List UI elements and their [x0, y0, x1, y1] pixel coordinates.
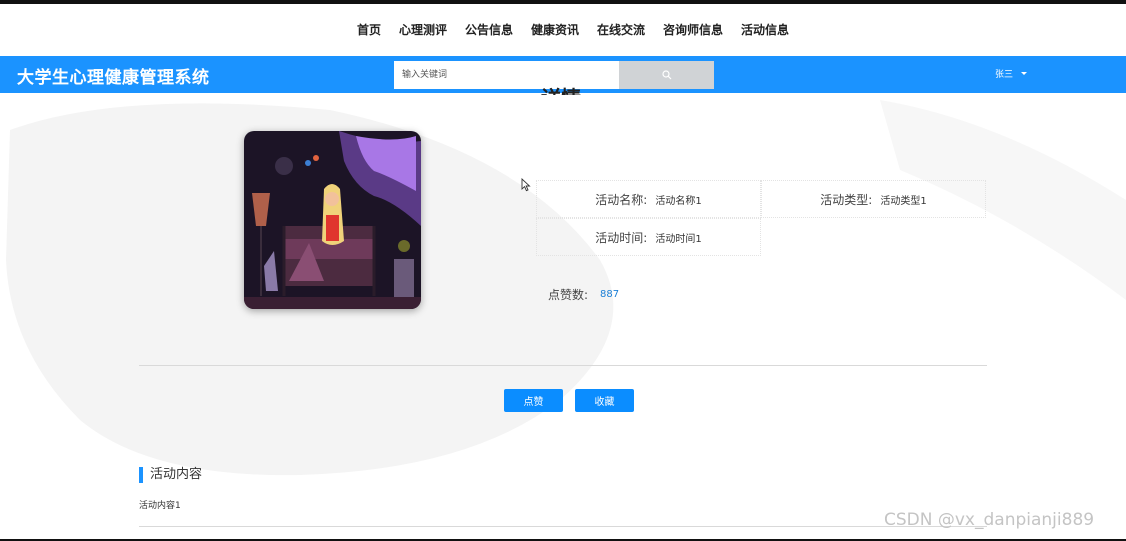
search-button[interactable] [619, 61, 714, 89]
field-label: 活动名称: [595, 192, 648, 207]
watermark: CSDN @vx_danpianji889 [884, 510, 1095, 530]
field-value: 活动类型1 [880, 195, 927, 207]
field-value: 活动时间1 [655, 233, 702, 245]
nav-item-health-news[interactable]: 健康资讯 [531, 21, 579, 38]
nav-item-psych-test[interactable]: 心理测评 [399, 21, 447, 38]
page-title: 详情 [541, 84, 581, 95]
favorite-button[interactable]: 收藏 [575, 389, 634, 412]
site-title: 大学生心理健康管理系统 [17, 68, 210, 88]
divider [139, 526, 987, 527]
detail-info-table: 活动名称: 活动名称1 活动类型: 活动类型1 活动时间: 活动时间1 [536, 180, 986, 258]
nav-item-counselors[interactable]: 咨询师信息 [663, 21, 723, 38]
nav-item-activities[interactable]: 活动信息 [741, 21, 789, 38]
section-title-activity-content: 活动内容 [139, 467, 202, 483]
chevron-down-icon [1021, 72, 1028, 75]
user-name: 张三 [995, 70, 1014, 80]
field-value: 活动名称1 [655, 195, 702, 207]
activity-content-text: 活动内容1 [139, 501, 181, 511]
field-activity-type: 活动类型: 活动类型1 [761, 180, 986, 218]
nav-item-announcements[interactable]: 公告信息 [465, 21, 513, 38]
like-button[interactable]: 点赞 [504, 389, 563, 412]
likes-label: 点赞数: [548, 288, 589, 302]
likes-count-row: 点赞数: 887 [548, 286, 619, 303]
mouse-cursor-icon [521, 178, 531, 192]
user-menu[interactable]: 张三 [995, 67, 1028, 80]
nav-item-online-chat[interactable]: 在线交流 [597, 21, 645, 38]
likes-value: 887 [600, 289, 620, 300]
nav-menu: 首页 心理测评 公告信息 健康资讯 在线交流 咨询师信息 活动信息 [357, 21, 789, 38]
field-activity-time: 活动时间: 活动时间1 [536, 218, 761, 256]
search-icon [661, 70, 671, 80]
top-navigation: 首页 心理测评 公告信息 健康资讯 在线交流 咨询师信息 活动信息 [0, 4, 1126, 55]
field-label: 活动类型: [820, 192, 873, 207]
divider [139, 365, 987, 366]
activity-image [244, 131, 421, 309]
field-activity-name: 活动名称: 活动名称1 [536, 180, 761, 218]
field-label: 活动时间: [595, 230, 648, 245]
nav-item-home[interactable]: 首页 [357, 21, 381, 38]
search-input[interactable] [394, 61, 619, 89]
